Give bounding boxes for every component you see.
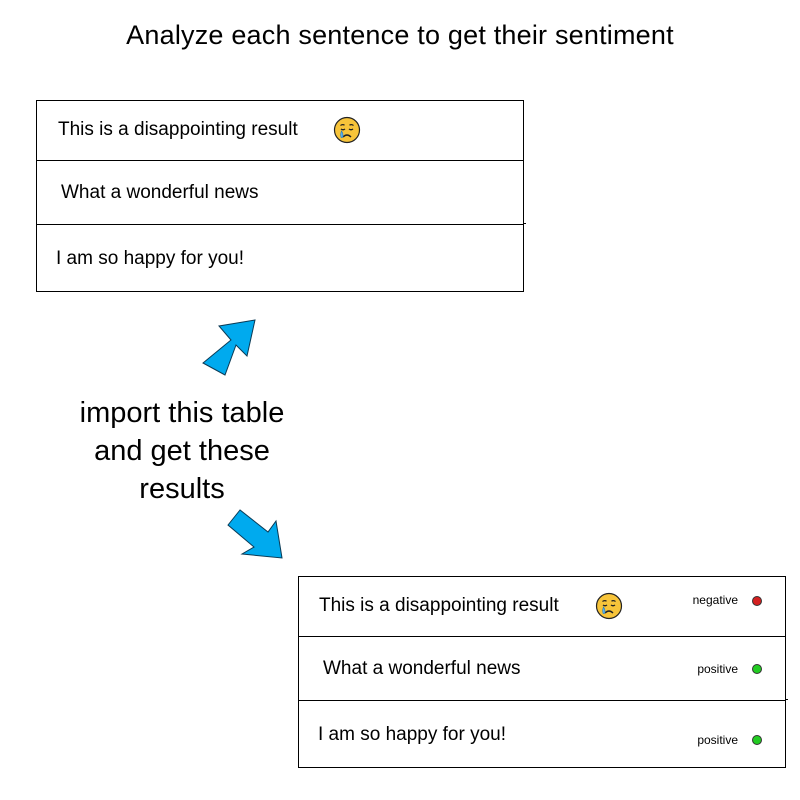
input-table: This is a disappointing result What a wo… — [36, 100, 524, 292]
sentiment-indicator-negative — [752, 596, 762, 606]
sentence-text: I am so happy for you! — [318, 724, 506, 745]
sentence-text: What a wonderful news — [323, 658, 521, 679]
sentiment-indicator-positive — [752, 735, 762, 745]
instruction-line: results — [139, 473, 225, 505]
instruction-line: and get these — [94, 435, 270, 467]
sentiment-label: positive — [697, 662, 738, 676]
disappointed-crying-face-icon — [595, 592, 623, 620]
row-divider-stub — [523, 223, 526, 224]
sentiment-label: negative — [692, 593, 738, 607]
input-row-2: What a wonderful news — [37, 161, 523, 225]
instruction-text: import this table and get these results — [40, 394, 324, 508]
sentiment-label: positive — [697, 733, 738, 747]
page-title: Analyze each sentence to get their senti… — [126, 20, 674, 50]
output-row-1: This is a disappointing result negative — [299, 577, 785, 637]
output-row-3: I am so happy for you! positive — [299, 701, 785, 767]
input-row-1: This is a disappointing result — [37, 101, 523, 161]
row-divider-stub — [785, 699, 788, 700]
output-row-2: What a wonderful news positive — [299, 637, 785, 701]
instruction-line: import this table — [79, 397, 285, 429]
sentence-text: This is a disappointing result — [58, 119, 298, 140]
output-table: This is a disappointing result negative … — [298, 576, 786, 768]
sentence-text: This is a disappointing result — [319, 595, 559, 616]
sentiment-indicator-positive — [752, 664, 762, 674]
sentence-text: What a wonderful news — [61, 182, 259, 203]
disappointed-crying-face-icon — [333, 116, 361, 144]
input-row-3: I am so happy for you! — [37, 225, 523, 291]
sentence-text: I am so happy for you! — [56, 248, 244, 269]
